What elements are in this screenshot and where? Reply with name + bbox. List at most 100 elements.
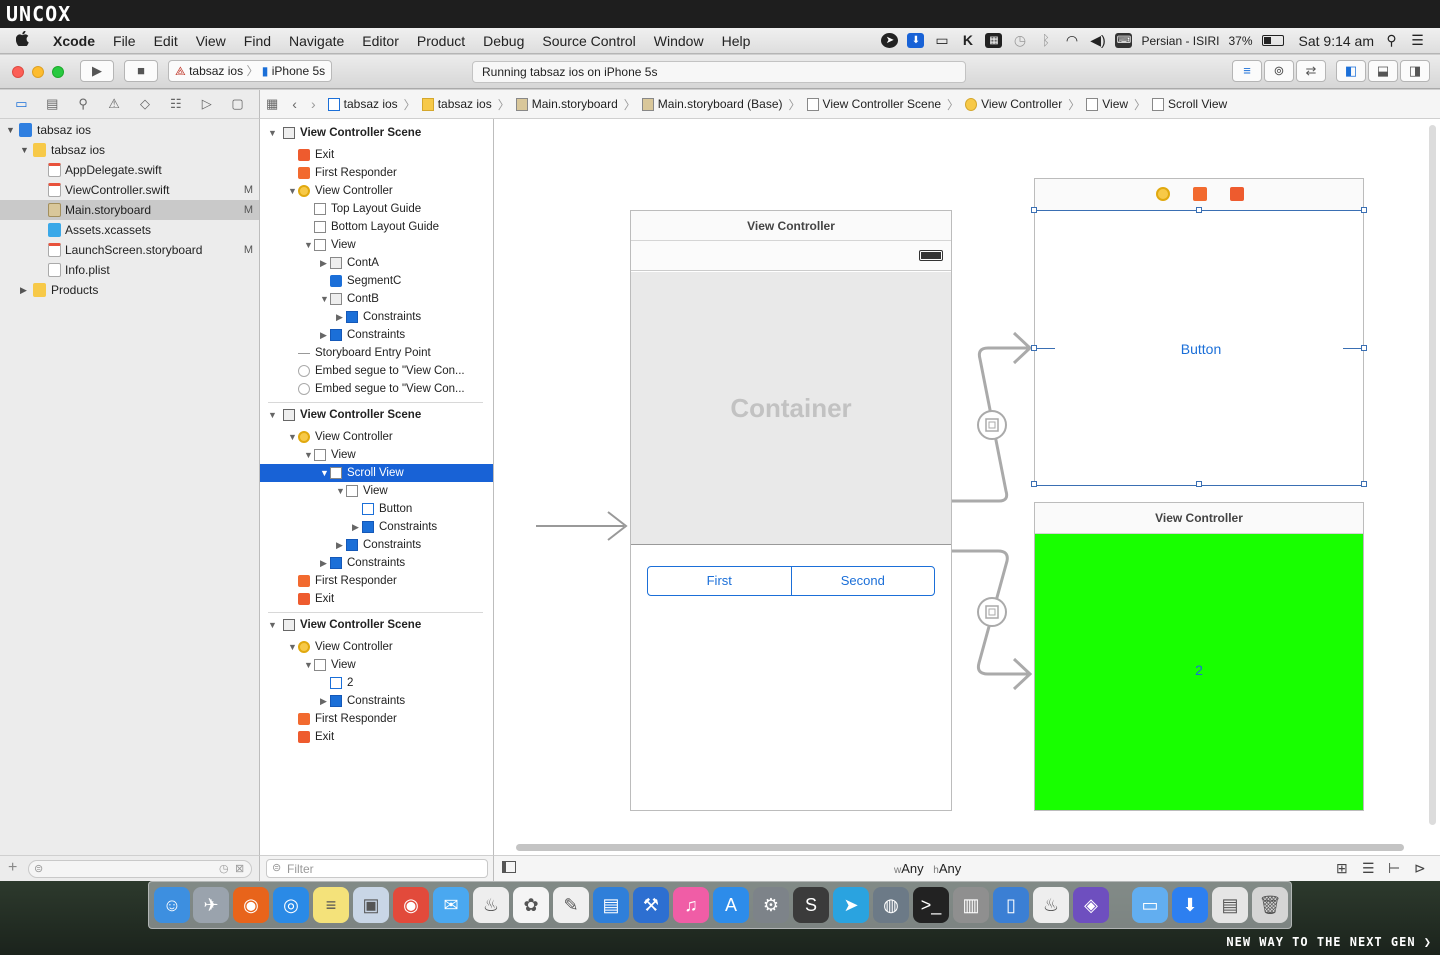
resize-handle[interactable] <box>1361 481 1367 487</box>
green-view[interactable]: 2 <box>1035 534 1363 810</box>
disclosure-closed-icon[interactable]: ▶ <box>320 692 327 710</box>
safari-icon[interactable]: ◎ <box>273 887 309 923</box>
file-row[interactable]: LaunchScreen.storyboard M <box>0 240 259 260</box>
wifi-icon[interactable]: ◠ <box>1063 33 1080 48</box>
outline-row[interactable]: ▶ Constraints <box>260 554 493 572</box>
launchpad-icon[interactable]: ✈ <box>193 887 229 923</box>
disclosure-open-icon[interactable]: ▼ <box>268 406 277 424</box>
textedit-icon[interactable]: ✎ <box>553 887 589 923</box>
disclosure-closed-icon[interactable]: ▶ <box>336 308 343 326</box>
sublime-text-icon[interactable]: S <box>793 887 829 923</box>
menu-editor[interactable]: Editor <box>353 33 408 49</box>
menu-edit[interactable]: Edit <box>145 33 187 49</box>
time-machine-icon[interactable]: ◷ <box>1011 33 1028 48</box>
simulator-icon[interactable]: ▯ <box>993 887 1029 923</box>
k-app-icon[interactable]: K <box>959 33 976 48</box>
second-view-controller-scene[interactable]: View Controller 2 <box>1034 502 1364 811</box>
outline-row[interactable]: Top Layout Guide <box>260 200 493 218</box>
main-view-controller-scene[interactable]: View Controller Container First Second <box>630 210 952 811</box>
disclosure-open-icon[interactable]: ▼ <box>320 464 329 482</box>
menu-window[interactable]: Window <box>645 33 713 49</box>
finder-icon[interactable]: ☺ <box>154 887 190 923</box>
pin-icon[interactable]: ⊢ <box>1388 860 1400 877</box>
keynote-icon[interactable]: ▤ <box>593 887 629 923</box>
spotlight-search-icon[interactable]: ⚲ <box>1383 33 1400 48</box>
issue-navigator-icon[interactable]: ⚠ <box>105 96 123 112</box>
outline-row[interactable]: ▶ Constraints <box>260 518 493 536</box>
telegram-status-icon[interactable]: ➤ <box>881 33 899 48</box>
source-control-filter-icon[interactable]: ⊠ <box>235 862 244 875</box>
button[interactable]: Button <box>1171 341 1231 359</box>
embed-segue-top[interactable] <box>952 331 1033 503</box>
view-controller-dock-icon[interactable] <box>1156 187 1170 201</box>
file-row[interactable]: ▶ Products <box>0 280 259 300</box>
toggle-navigator-button[interactable]: ◧ <box>1336 60 1366 82</box>
menu-xcode[interactable]: Xcode <box>44 33 104 49</box>
disclosure-open-icon[interactable]: ▼ <box>320 290 329 308</box>
segment-second[interactable]: Second <box>792 567 935 595</box>
outline-row[interactable]: Exit <box>260 146 493 164</box>
disclosure-open-icon[interactable]: ▼ <box>288 638 297 656</box>
resize-handle[interactable] <box>1031 481 1037 487</box>
clock[interactable]: Sat 9:14 am <box>1299 33 1375 49</box>
storyboard-canvas[interactable]: View Controller Container First Second B… <box>494 119 1440 855</box>
outline-row[interactable]: 2 <box>260 674 493 692</box>
disclosure-closed-icon[interactable]: ▶ <box>20 280 27 300</box>
outline-filter-field[interactable]: ⊜ Filter <box>266 859 488 878</box>
resize-handle[interactable] <box>1361 207 1367 213</box>
java-icon[interactable]: ♨ <box>473 887 509 923</box>
disclosure-open-icon[interactable]: ▼ <box>304 656 313 674</box>
report-navigator-icon[interactable]: ▢ <box>229 96 247 112</box>
container-view-a[interactable]: Container <box>631 272 951 545</box>
disclosure-closed-icon[interactable]: ▶ <box>320 326 327 344</box>
menu-help[interactable]: Help <box>713 33 760 49</box>
file-row[interactable]: ViewController.swift M <box>0 180 259 200</box>
resize-handle[interactable] <box>1031 207 1037 213</box>
menu-meter-icon[interactable]: ▦ <box>985 33 1003 48</box>
messages-icon[interactable]: ✉ <box>433 887 469 923</box>
align-icon[interactable]: ☰ <box>1362 860 1375 877</box>
zoom-window-button[interactable] <box>52 66 64 78</box>
add-file-icon[interactable]: + <box>8 859 17 877</box>
jumpbar-localization[interactable]: Main.storyboard (Base) <box>641 97 783 111</box>
project-filter-field[interactable]: ⊜ ◷ ⊠ <box>28 860 252 878</box>
apple-menu-icon[interactable] <box>0 30 44 50</box>
preview-icon[interactable]: ▣ <box>353 887 389 923</box>
outline-row[interactable]: First Responder <box>260 572 493 590</box>
segmented-control[interactable]: First Second <box>647 566 935 596</box>
itunes-icon[interactable]: ♫ <box>673 887 709 923</box>
embed-segue-bottom[interactable] <box>952 549 1033 691</box>
disclosure-closed-icon[interactable]: ▶ <box>320 254 327 272</box>
stack-icon[interactable]: ⊞ <box>1336 860 1348 877</box>
file-row[interactable]: ▼ tabsaz ios <box>0 120 259 140</box>
jumpbar-group[interactable]: tabsaz ios <box>421 97 492 111</box>
outline-scene-header[interactable]: ▼ View Controller Scene <box>260 124 493 142</box>
xcode-icon[interactable]: ⚒ <box>633 887 669 923</box>
outline-row[interactable]: Storyboard Entry Point <box>260 344 493 362</box>
outline-row[interactable]: ▶ Constraints <box>260 326 493 344</box>
breakpoint-navigator-icon[interactable]: ▷ <box>198 96 216 112</box>
disclosure-open-icon[interactable]: ▼ <box>6 120 15 140</box>
outline-row[interactable]: ▶ Constraints <box>260 692 493 710</box>
outline-row[interactable]: Bottom Layout Guide <box>260 218 493 236</box>
jumpbar-view[interactable]: View <box>1086 97 1128 111</box>
outline-row[interactable]: ▶ ContA <box>260 254 493 272</box>
related-items-icon[interactable]: ▦ <box>266 96 278 112</box>
resize-handle[interactable] <box>1196 481 1202 487</box>
trailing-constraint[interactable] <box>1343 348 1361 349</box>
standard-editor-button[interactable]: ≡ <box>1232 60 1262 82</box>
version-editor-button[interactable]: ⇄ <box>1296 60 1326 82</box>
menu-navigate[interactable]: Navigate <box>280 33 353 49</box>
disclosure-closed-icon[interactable]: ▶ <box>352 518 359 536</box>
leading-constraint[interactable] <box>1037 348 1055 349</box>
menu-source-control[interactable]: Source Control <box>533 33 644 49</box>
documents-stack-icon[interactable]: ▤ <box>1212 887 1248 923</box>
menu-view[interactable]: View <box>187 33 235 49</box>
debug-navigator-icon[interactable]: ☷ <box>167 96 185 112</box>
outline-row[interactable]: Exit <box>260 590 493 608</box>
button-2[interactable]: 2 <box>1185 662 1213 678</box>
run-button[interactable]: ▶ <box>80 60 114 82</box>
file-row[interactable]: Assets.xcassets <box>0 220 259 240</box>
project-navigator-folder-icon[interactable]: ▭ <box>12 96 30 112</box>
disclosure-open-icon[interactable]: ▼ <box>288 182 297 200</box>
